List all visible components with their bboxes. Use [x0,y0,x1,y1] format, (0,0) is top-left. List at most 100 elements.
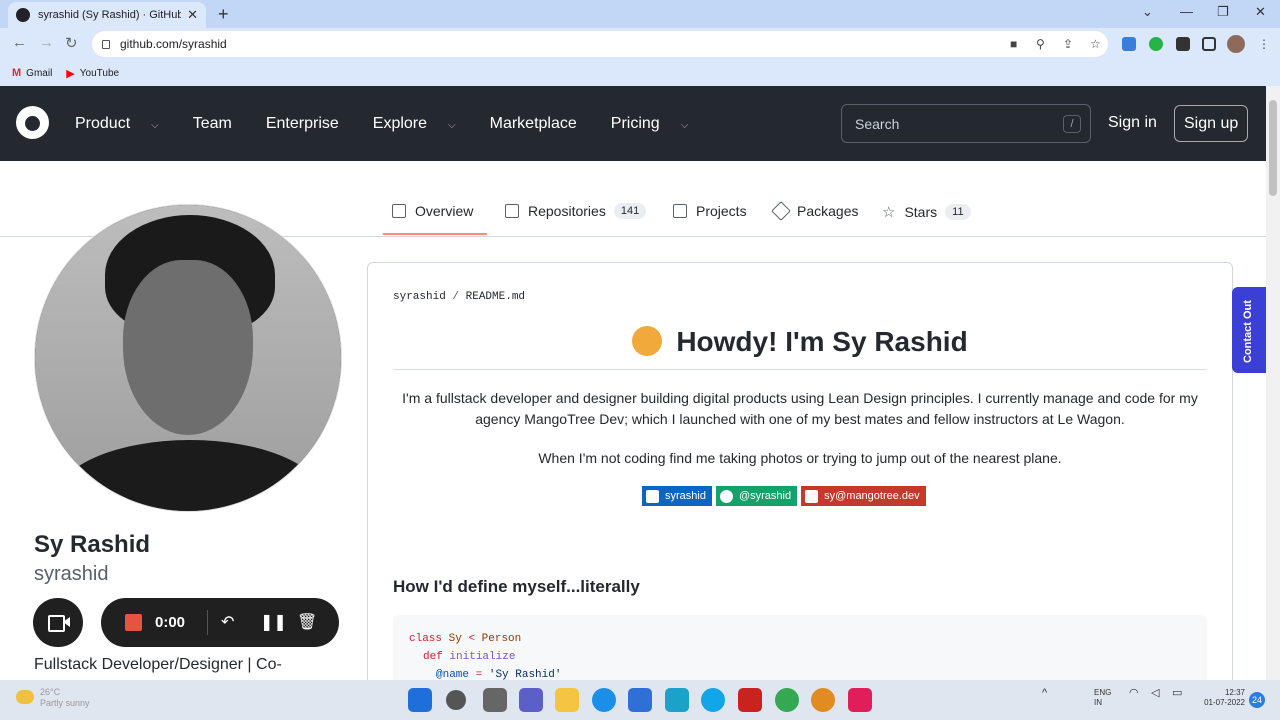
profile-avatar-icon[interactable] [1227,35,1245,53]
address-bar[interactable]: github.com/syrashid [92,31,1108,57]
bookmark-gmail[interactable]: M Gmail [12,67,52,79]
nav-pricing[interactable]: Pricing ⌵ [611,115,706,133]
code-keyword: def [423,651,443,663]
badge-label: sy@mangotree.dev [824,490,920,502]
tray-chevron-icon[interactable]: ^ [1042,688,1047,699]
repo-icon [505,204,519,218]
nav-team[interactable]: Team [193,115,249,133]
language-indicator[interactable]: ENG IN [1094,688,1111,708]
side-panel-icon[interactable] [1202,37,1216,51]
medium-badge[interactable]: @syrashid [715,486,798,506]
reload-icon[interactable]: ↻ [65,34,78,52]
readme-heading: Howdy! I'm Sy Rashid [393,325,1207,359]
share-icon[interactable]: ⇪ [1063,37,1073,51]
battery-icon[interactable]: ▭ [1172,688,1182,699]
nav-product[interactable]: Product ⌵ [75,115,176,133]
clock-time: 12:37 [1224,688,1245,697]
sign-up-button[interactable]: Sign up [1174,105,1249,142]
recorder-controls: 0:00 ↶ ❚❚ 🗑 [101,598,339,647]
readme-file-link[interactable]: README.md [466,291,525,303]
tab-packages[interactable]: Packages [771,201,858,221]
readme-owner-link[interactable]: syrashid [393,291,446,303]
chrome-icon[interactable] [775,688,799,712]
recording-timer: 0:00 [155,614,186,631]
delete-icon[interactable]: 🗑 [297,612,317,632]
profile-login: syrashid [34,563,109,585]
tab-search-icon[interactable]: ⌄ [1142,4,1153,20]
table-icon [673,204,687,218]
extensions-puzzle-icon[interactable] [1176,37,1190,51]
new-tab-button[interactable]: + [218,4,229,25]
tab-stars[interactable]: ☆ Stars 11 [882,203,971,221]
path-separator: / [452,291,466,303]
chevron-down-icon: ⌵ [448,119,456,131]
tab-overview[interactable]: Overview [392,203,473,219]
profile-bio: Fullstack Developer/Designer | Co- [34,656,282,673]
volume-icon[interactable]: ◁ [1151,688,1159,699]
code-block: class Sy < Person def initialize @name =… [393,615,1207,685]
extension-icon[interactable] [1149,37,1163,51]
page-scrollbar[interactable] [1266,86,1280,680]
cortana-icon[interactable] [701,688,725,712]
avatar-face [123,260,253,435]
wifi-icon[interactable]: ◠ [1129,688,1139,699]
github-logo-icon[interactable] [16,106,49,139]
nav-label: Enterprise [265,114,339,132]
file-explorer-icon[interactable] [555,688,579,712]
extension-icon[interactable] [1122,37,1136,51]
nav-label: Explore [372,114,428,132]
maximize-button[interactable]: ❐ [1217,4,1229,20]
bookmark-star-icon[interactable]: ☆ [1090,37,1101,51]
nav-enterprise[interactable]: Enterprise [266,115,356,133]
heading-text: Howdy! I'm Sy Rashid [676,326,968,357]
code-line: def initialize [423,651,515,663]
email-badge[interactable]: sy@mangotree.dev [801,486,926,506]
linkedin-badge[interactable]: syrashid [642,486,712,506]
pause-icon[interactable]: ❚❚ [260,612,287,632]
task-view-icon[interactable] [483,688,507,712]
lang-secondary: IN [1094,698,1102,707]
tab-projects[interactable]: Projects [673,203,747,219]
windows-start-icon[interactable] [408,688,432,712]
forward-icon[interactable]: → [39,34,54,51]
app-l-icon[interactable] [665,688,689,712]
camera-icon[interactable]: ■ [1010,37,1017,51]
bookmark-youtube[interactable]: ▶ YouTube [66,67,119,80]
minimize-button[interactable]: — [1180,4,1193,19]
notification-badge[interactable]: 24 [1249,692,1265,708]
back-icon[interactable]: ← [12,34,27,51]
teams-icon[interactable] [519,688,543,712]
slack-icon[interactable] [848,688,872,712]
bookmark-label: YouTube [79,67,120,79]
nav-marketplace[interactable]: Marketplace [490,115,594,133]
address-row: ← → ↻ github.com/syrashid ■ ⚲ ⇪ ☆ [0,28,1280,60]
contact-out-tab[interactable]: Contact Out [1232,287,1266,373]
close-tab-icon[interactable]: ✕ [187,7,198,23]
chrome-canary-icon[interactable] [811,688,835,712]
chevron-down-icon: ⌵ [151,119,159,131]
store-icon[interactable] [628,688,652,712]
avatar[interactable] [34,204,342,512]
youtube-icon: ▶ [66,67,75,80]
search-icon[interactable] [446,690,466,710]
nav-explore[interactable]: Explore ⌵ [373,115,473,133]
stop-recording-button[interactable] [125,614,142,631]
mcafee-icon[interactable] [738,688,762,712]
edge-icon[interactable] [592,688,616,712]
weather-widget[interactable]: 26°C Partly sunny [16,687,90,709]
search-shortcut-key: / [1063,115,1081,133]
close-window-button[interactable]: ✕ [1255,4,1266,20]
scrollbar-thumb[interactable] [1269,100,1277,196]
browser-tab[interactable]: syrashid (Sy Rashid) · GitHub ✕ [8,2,206,28]
sign-in-link[interactable]: Sign in [1108,114,1157,132]
search-input[interactable]: Search / [841,104,1091,143]
screen-recorder-toolbar: 0:00 ↶ ❚❚ 🗑 [33,598,339,647]
menu-kebab-icon[interactable]: ⋮ [1258,37,1270,51]
zoom-icon[interactable]: ⚲ [1036,37,1045,51]
tab-repositories[interactable]: Repositories 141 [505,203,647,219]
code-keyword: class [409,633,443,645]
camera-toggle-button[interactable] [33,598,83,647]
package-icon [771,201,791,221]
clock[interactable]: 12:37 01-07-2022 [1203,688,1245,708]
undo-icon[interactable]: ↶ [221,612,234,632]
